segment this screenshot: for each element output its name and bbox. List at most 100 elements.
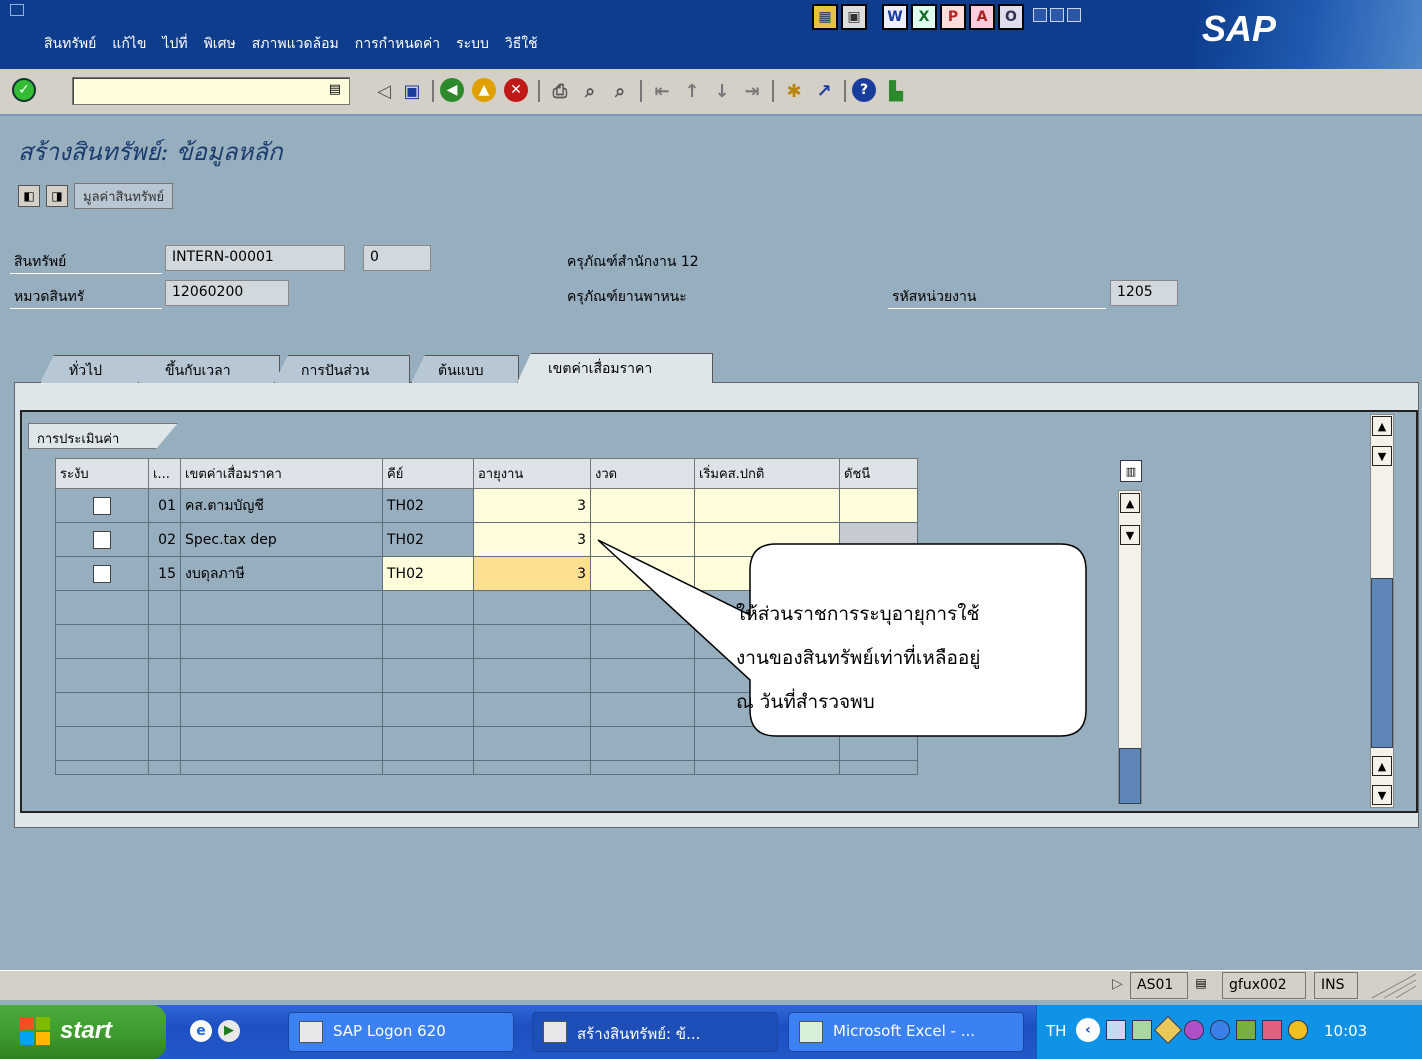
help-icon[interactable]: ? (852, 78, 876, 102)
enter-icon[interactable]: ✓ (12, 78, 36, 102)
taskbar-excel[interactable]: Microsoft Excel - ... (788, 1012, 1024, 1052)
col-index[interactable]: ดัชนี (839, 458, 918, 489)
sound-icon[interactable] (1184, 1020, 1204, 1040)
next-screen-icon[interactable]: ◨ (46, 185, 68, 207)
sap-logon-icon (299, 1021, 323, 1043)
asset-subnumber-field[interactable]: 0 (363, 245, 431, 271)
page-scroll-down-icon-2[interactable]: ▼ (1372, 785, 1392, 805)
app-icon-2[interactable]: ▣ (841, 4, 867, 30)
powerpoint-icon[interactable]: P (940, 4, 966, 30)
deactivate-checkbox[interactable] (93, 530, 111, 549)
col-area[interactable]: เ... (148, 458, 181, 489)
col-useful-life[interactable]: อายุงาน (473, 458, 591, 489)
last-page-icon[interactable]: ⇥ (738, 78, 766, 104)
minimize-icon[interactable] (1033, 8, 1047, 22)
scroll-up-icon[interactable]: ▲ (1120, 493, 1140, 513)
next-page-icon[interactable]: ↓ (708, 78, 736, 104)
col-period[interactable]: งวด (590, 458, 695, 489)
asset-number-field[interactable]: INTERN-00001 (165, 245, 345, 271)
page-scroll-up-icon[interactable]: ▲ (1372, 416, 1392, 436)
back-arrow-icon[interactable]: ◁ (370, 78, 398, 104)
prev-page-icon[interactable]: ↑ (678, 78, 706, 104)
menu-environment[interactable]: สภาพแวดล้อม (252, 33, 339, 55)
first-page-icon[interactable]: ⇤ (648, 78, 676, 104)
useful-life-input[interactable]: 3 (473, 522, 591, 557)
print-icon[interactable]: ⎙ (546, 78, 574, 104)
menu-settings[interactable]: การกำหนดค่า (355, 33, 440, 55)
cost-center-field[interactable]: 1205 (1110, 280, 1178, 306)
asset-class-field[interactable]: 12060200 (165, 280, 289, 306)
tab-origin[interactable]: ต้นแบบ (411, 355, 519, 383)
media-player-icon[interactable]: ▶ (218, 1020, 240, 1042)
tray-monitor-icon[interactable] (1210, 1020, 1230, 1040)
useful-life-input[interactable]: 3 (473, 556, 591, 591)
exit-icon[interactable]: ▲ (472, 78, 496, 102)
menu-extras[interactable]: พิเศษ (204, 33, 236, 55)
clock[interactable]: 10:03 (1324, 1022, 1367, 1040)
network-icon[interactable] (1106, 1020, 1126, 1040)
resize-grip-icon[interactable] (1370, 972, 1420, 1000)
tab-general[interactable]: ทั่วไป (40, 355, 152, 383)
back-icon[interactable]: ◀ (440, 78, 464, 102)
deactivate-checkbox[interactable] (93, 496, 111, 515)
command-history-icon[interactable]: ▤ (329, 82, 341, 97)
tab-allocations[interactable]: การปันส่วน (274, 355, 410, 383)
menu-asset[interactable]: สินทรัพย์ (44, 33, 96, 55)
app-icon-1[interactable]: ▦ (812, 4, 838, 30)
shortcut-icon[interactable]: ↗ (810, 78, 838, 104)
taskbar-sap-logon[interactable]: SAP Logon 620 (288, 1012, 514, 1052)
tray-app-icon[interactable] (1132, 1020, 1152, 1040)
tray-expand-icon[interactable]: ‹ (1076, 1018, 1100, 1042)
page-scroll-thumb[interactable] (1371, 578, 1393, 748)
tab-depreciation-areas[interactable]: เขตค่าเสื่อมราคา (517, 353, 713, 383)
word-icon[interactable]: W (882, 4, 908, 30)
language-indicator[interactable]: TH (1046, 1022, 1066, 1040)
cancel-icon[interactable]: ✕ (504, 78, 528, 102)
insert-mode[interactable]: INS (1314, 972, 1358, 999)
tray-sun-icon[interactable] (1288, 1020, 1308, 1040)
key-cell[interactable]: TH02 (382, 556, 474, 591)
window-menu-icon[interactable] (10, 4, 24, 16)
excel-icon[interactable]: X (911, 4, 937, 30)
menu-goto[interactable]: ไปที่ (162, 33, 187, 55)
menu-edit[interactable]: แก้ไข (112, 33, 146, 55)
menu-system[interactable]: ระบบ (456, 33, 489, 55)
internet-explorer-icon[interactable]: e (190, 1020, 212, 1042)
page-title: สร้างสินทรัพย์: ข้อมูลหลัก (18, 138, 283, 166)
close-icon[interactable] (1067, 8, 1081, 22)
col-depreciation-area[interactable]: เขตค่าเสื่อมราคา (180, 458, 383, 489)
tray-update-icon[interactable] (1236, 1020, 1256, 1040)
maximize-icon[interactable] (1050, 8, 1064, 22)
find-icon[interactable]: ⌕ (576, 78, 604, 104)
menu-help[interactable]: วิธีใช้ (505, 33, 538, 55)
status-info-icon[interactable]: ▤ (1190, 976, 1212, 996)
asset-values-button[interactable]: มูลค่าสินทรัพย์ (74, 183, 174, 209)
status-expand-icon[interactable]: ▷ (1112, 976, 1123, 992)
index-input[interactable] (839, 488, 918, 523)
new-session-icon[interactable]: ✱ (780, 78, 808, 104)
useful-life-input[interactable]: 3 (473, 488, 591, 523)
page-scroll-up-icon-2[interactable]: ▲ (1372, 756, 1392, 776)
table-scroll-thumb[interactable] (1119, 748, 1141, 804)
access-icon[interactable]: A (969, 4, 995, 30)
col-key[interactable]: คีย์ (382, 458, 474, 489)
previous-screen-icon[interactable]: ◧ (18, 185, 40, 207)
find-next-icon[interactable]: ⌕ (606, 78, 634, 104)
col-deactivate[interactable]: ระงับ (55, 458, 149, 489)
layout-icon[interactable]: ▙ (882, 78, 910, 104)
tab-time-dependent[interactable]: ขึ้นกับเวลา (138, 355, 280, 383)
deactivate-checkbox[interactable] (93, 564, 111, 583)
taskbar-create-asset[interactable]: สร้างสินทรัพย์: ข้... (532, 1012, 778, 1052)
page-scroll-down-icon[interactable]: ▼ (1372, 446, 1392, 466)
command-field[interactable]: ▤ (72, 77, 350, 105)
ordinary-dep-start-input[interactable] (694, 488, 840, 523)
col-ordinary-dep-start[interactable]: เริ่มคส.ปกติ (694, 458, 840, 489)
save-icon[interactable]: ▣ (398, 78, 426, 104)
table-settings-icon[interactable]: ▥ (1120, 460, 1142, 482)
scroll-down-icon[interactable]: ▼ (1120, 525, 1140, 545)
key-cell[interactable]: TH02 (382, 488, 474, 523)
outlook-icon[interactable]: O (998, 4, 1024, 30)
key-cell[interactable]: TH02 (382, 522, 474, 557)
period-input[interactable] (590, 488, 695, 523)
tray-security-icon[interactable] (1262, 1020, 1282, 1040)
